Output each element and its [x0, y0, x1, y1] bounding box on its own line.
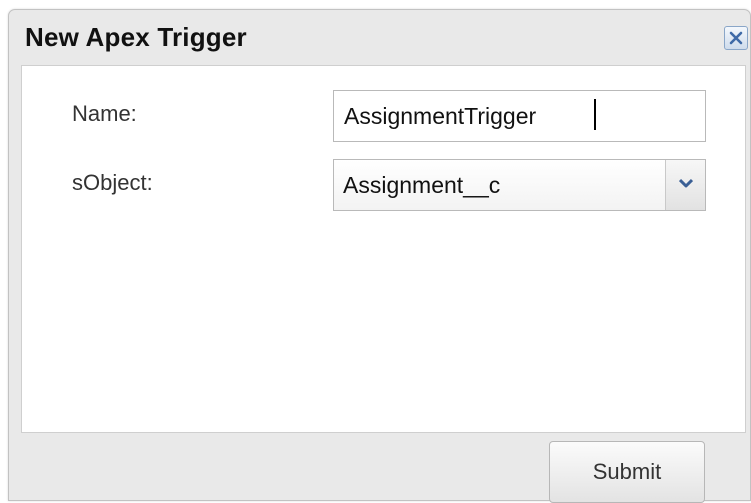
- dropdown-button[interactable]: [665, 160, 705, 210]
- new-apex-trigger-dialog: New Apex Trigger Name: sObject: Assignme…: [8, 9, 751, 503]
- close-button[interactable]: [724, 26, 748, 50]
- text-caret: [594, 99, 596, 130]
- dialog-footer: Submit: [9, 433, 750, 503]
- chevron-down-icon: [679, 178, 693, 188]
- name-label: Name:: [72, 101, 137, 126]
- sobject-label: sObject:: [72, 170, 153, 195]
- name-input[interactable]: [333, 90, 706, 142]
- close-icon: [729, 31, 743, 45]
- dialog-title: New Apex Trigger: [25, 22, 247, 52]
- form-panel: Name: sObject: Assignment__c: [21, 65, 746, 433]
- sobject-select[interactable]: Assignment__c: [333, 159, 706, 211]
- submit-button[interactable]: Submit: [549, 441, 705, 503]
- sobject-selected-value: Assignment__c: [343, 172, 501, 198]
